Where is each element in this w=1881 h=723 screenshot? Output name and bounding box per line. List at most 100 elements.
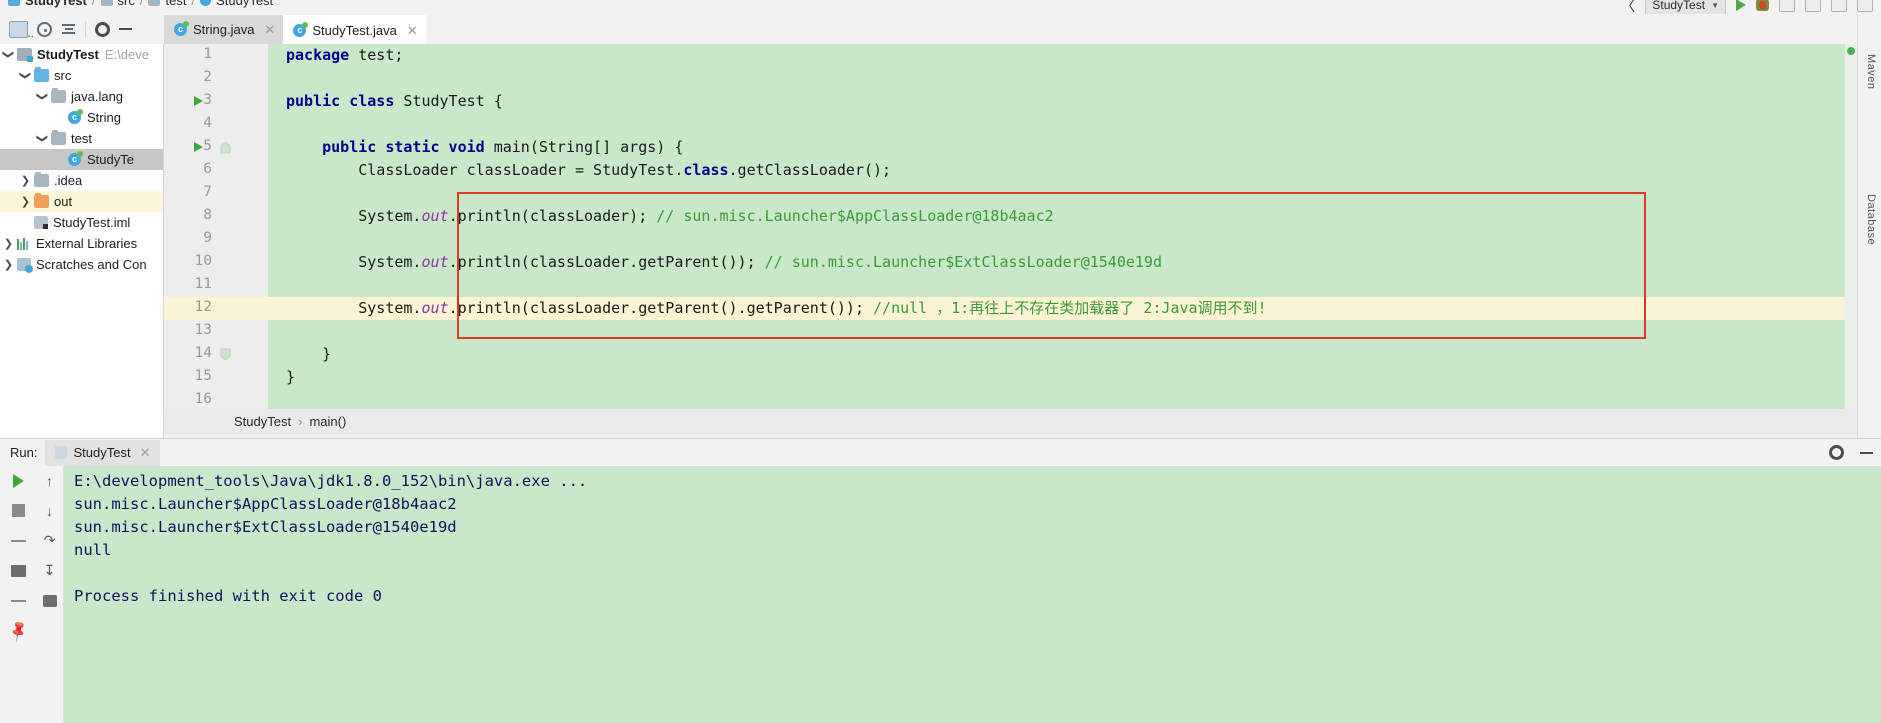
debug-button[interactable] [1756,0,1769,11]
soft-wrap-icon[interactable]: ↷ [41,532,59,549]
twisty-right-icon[interactable] [17,174,34,187]
console-line: E:\development_tools\Java\jdk1.8.0_152\b… [74,472,588,490]
intention-bulb-icon[interactable] [240,300,253,316]
tree-item-iml[interactable]: StudyTest.iml [0,212,163,233]
twisty-right-icon[interactable] [17,195,34,208]
hide-icon[interactable] [1860,451,1873,454]
twisty-down-icon[interactable] [0,48,17,61]
console-line: Process finished with exit code 0 [74,587,382,605]
project-tree[interactable]: StudyTest E:\deve src java.lang c String… [0,44,164,438]
tree-item-external-libraries[interactable]: External Libraries [0,233,163,254]
tree-item-label: StudyTest [37,47,99,62]
breadcrumb-item-0[interactable]: StudyTest [25,0,87,8]
gutter-line: 3 [164,90,268,113]
tab-studytest-java[interactable]: c StudyTest.java ✕ [283,15,426,44]
tool-button-maven[interactable]: Maven [1865,54,1877,90]
run-method-gutter-icon[interactable] [194,142,203,152]
code-editor[interactable]: 1 2 3 4 5 6 7 8 9 10 11 12 13 14 15 16 p… [164,44,1857,409]
editor-gutter[interactable]: 1 2 3 4 5 6 7 8 9 10 11 12 13 14 15 16 [164,44,268,409]
tree-item-path: E:\deve [104,47,149,62]
folder-icon [34,172,49,187]
tree-item-scratches[interactable]: Scratches and Con [0,254,163,275]
close-icon[interactable]: ✕ [407,23,418,39]
tree-item-javalang[interactable]: java.lang [0,86,163,107]
navigation-breadcrumb[interactable]: StudyTest / src / test / StudyTest [8,0,273,8]
settings-gear-icon[interactable] [1829,445,1844,460]
hide-icon[interactable] [119,28,132,30]
twisty-right-icon[interactable] [0,258,17,271]
breadcrumb-item-3[interactable]: StudyTest [216,0,273,8]
code-text-area[interactable]: package test; public class StudyTest { p… [268,44,1857,409]
twisty-down-icon[interactable] [17,69,34,82]
breadcrumb-method[interactable]: main() [309,414,346,429]
token-comment: // sun.misc.Launcher$AppClassLoader@18b4… [656,207,1054,225]
collapse-all-icon[interactable] [61,22,76,37]
line-number: 15 [194,368,212,384]
twisty-right-icon[interactable] [0,237,17,250]
run-class-gutter-icon[interactable] [194,96,203,106]
breadcrumb-item-1[interactable]: src [118,0,135,8]
run-console-output[interactable]: E:\development_tools\Java\jdk1.8.0_152\b… [64,466,1881,723]
inspection-status-icon[interactable] [1847,47,1855,55]
chevron-left-icon[interactable]: 〈 [1620,0,1635,14]
tree-item-label: out [54,194,73,209]
twisty-down-icon[interactable] [34,132,51,145]
editor-marker-strip[interactable] [1845,44,1857,409]
print-icon[interactable] [42,594,57,607]
line-number: 7 [203,184,212,200]
gutter-line: 9 [164,228,268,251]
scroll-down-icon[interactable]: ↓ [41,502,59,519]
breadcrumb-item-2[interactable]: test [165,0,186,8]
token-keyword: package [286,46,350,64]
java-class-icon [200,0,212,6]
run-configuration-selector[interactable]: StudyTest ▼ [1645,0,1726,14]
token-plain: .getClassLoader(); [728,161,892,179]
tab-string-java[interactable]: c String.java ✕ [164,15,284,44]
token-field: out [421,207,449,225]
search-icon[interactable] [1857,0,1873,12]
scroll-up-icon[interactable]: ↑ [41,472,59,489]
token-plain: ClassLoader classLoader = StudyTest. [286,161,684,179]
breadcrumb-class[interactable]: StudyTest [234,414,291,429]
fold-region-icon[interactable] [219,141,232,154]
build-button[interactable] [1831,0,1847,12]
select-opened-file-icon[interactable] [37,21,52,37]
rerun-icon[interactable] [12,473,24,488]
tree-item-src[interactable]: src [0,65,163,86]
tool-button-database[interactable]: Database [1865,194,1877,245]
fold-region-end-icon[interactable] [219,348,232,361]
run-tab-studytest[interactable]: StudyTest ✕ [45,439,161,466]
gutter-line: 14 [164,343,268,366]
tree-item-test[interactable]: test [0,128,163,149]
pin-icon[interactable]: 📌 [5,618,31,644]
close-icon[interactable]: ✕ [264,22,275,38]
tree-item-studytest-class[interactable]: c StudyTe [0,149,163,170]
token-plain: System. [286,299,422,317]
locate-file-icon[interactable] [9,20,34,40]
gutter-line: 7 [164,182,268,205]
tree-item-label: java.lang [71,89,124,104]
tree-item-label: test [71,131,92,146]
print-toggle-icon[interactable] [10,564,26,577]
twisty-down-icon[interactable] [34,90,51,103]
scroll-to-end-icon[interactable]: ↧ [41,562,59,579]
run-configuration-name: StudyTest [1652,0,1706,12]
stop-icon[interactable] [11,504,25,517]
project-tool-window-toolbar [0,14,164,44]
code-line-15: } [268,366,1857,389]
tree-item-string[interactable]: c String [0,107,163,128]
tree-item-studytest[interactable]: StudyTest E:\deve [0,44,163,65]
close-icon[interactable]: ✕ [140,445,151,461]
tree-item-out[interactable]: out [0,191,163,212]
settings-gear-icon[interactable] [95,21,110,37]
run-button[interactable] [1736,0,1746,11]
source-folder-icon [34,67,49,82]
coverage-button[interactable] [1779,0,1795,12]
profiler-button[interactable] [1805,0,1821,12]
main-toolbar-right: 〈 StudyTest ▼ [1620,0,1881,14]
tree-item-idea[interactable]: .idea [0,170,163,191]
line-number: 6 [203,161,212,177]
